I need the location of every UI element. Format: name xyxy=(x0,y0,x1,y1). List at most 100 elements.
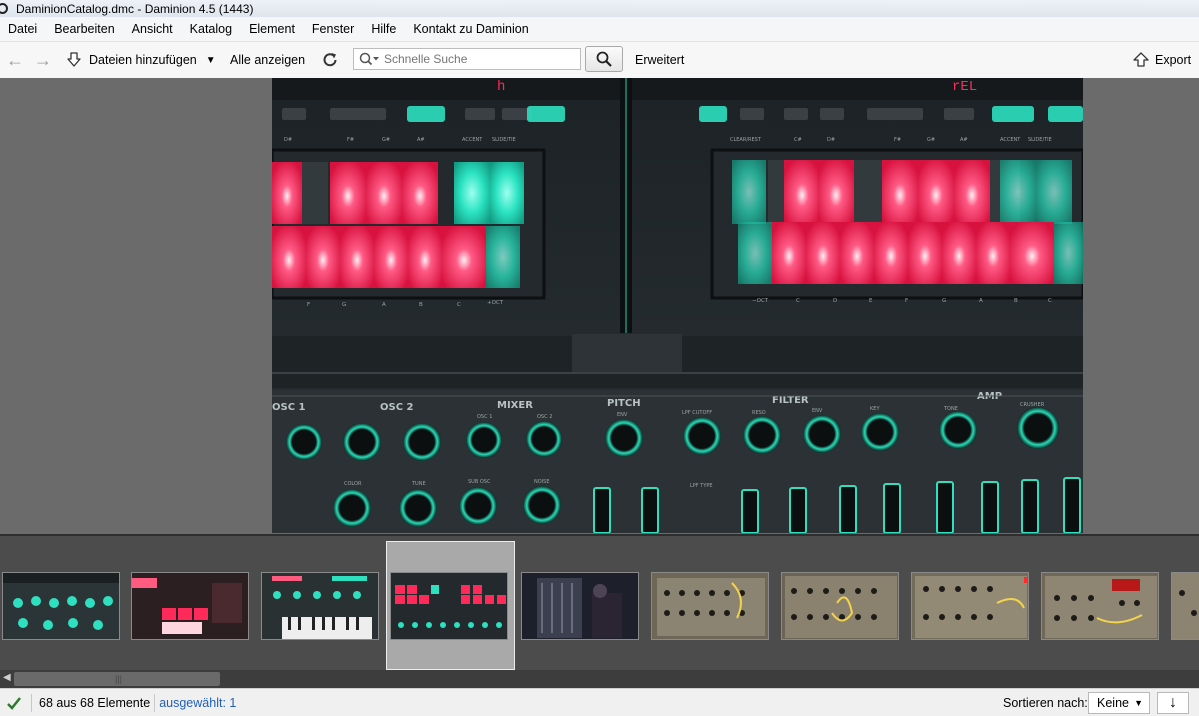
svg-text:C: C xyxy=(457,302,461,308)
svg-text:PITCH: PITCH xyxy=(607,398,641,409)
svg-text:NOISE: NOISE xyxy=(534,479,549,485)
selected-count[interactable]: ausgewählt: 1 xyxy=(159,696,236,710)
advanced-search-button[interactable]: Erweitert xyxy=(635,42,684,78)
right-top-buttons xyxy=(699,106,1083,122)
chevron-down-icon: ▼ xyxy=(1134,698,1143,708)
svg-text:G: G xyxy=(942,298,946,304)
thumbnail-3[interactable] xyxy=(261,572,379,640)
window-title: DaminionCatalog.dmc - Daminion 4.5 (1443… xyxy=(16,1,254,16)
sort-value: Keine xyxy=(1097,696,1129,710)
svg-text:RESO: RESO xyxy=(752,410,766,416)
thumbnail-7[interactable] xyxy=(781,572,899,640)
svg-text:A: A xyxy=(382,302,386,308)
svg-text:F#: F# xyxy=(894,137,901,143)
search-button[interactable] xyxy=(585,46,623,72)
svg-text:+OCT: +OCT xyxy=(487,300,504,306)
svg-text:SLIDE/TIE: SLIDE/TIE xyxy=(1028,137,1052,143)
svg-text:OSC 1: OSC 1 xyxy=(272,402,306,413)
svg-text:SLIDE/TIE: SLIDE/TIE xyxy=(492,137,516,143)
svg-text:ACCENT: ACCENT xyxy=(462,137,483,143)
scroll-left-arrow-icon[interactable]: ◀ xyxy=(3,672,11,683)
add-files-button[interactable]: Dateien hinzufügen ▼ xyxy=(65,42,216,78)
svg-text:B: B xyxy=(419,302,423,308)
menu-fenster[interactable]: Fenster xyxy=(304,22,363,36)
svg-text:C: C xyxy=(796,298,800,304)
thumbnail-4-selected[interactable] xyxy=(390,572,508,640)
thumbnail-5[interactable] xyxy=(521,572,639,640)
refresh-icon[interactable] xyxy=(320,42,340,78)
thumbnail-8[interactable] xyxy=(911,572,1029,640)
sort-direction-button[interactable]: ↓ xyxy=(1157,692,1189,714)
left-pads-upper xyxy=(272,162,524,224)
search-options-icon[interactable] xyxy=(358,51,380,67)
svg-text:TUNE: TUNE xyxy=(411,481,426,487)
svg-text:G: G xyxy=(342,302,346,308)
svg-text:G#: G# xyxy=(927,137,935,143)
filmstrip-scrollbar[interactable]: ◀ ||| xyxy=(0,670,1199,688)
left-display: h xyxy=(497,79,505,95)
svg-text:ACCENT: ACCENT xyxy=(1000,137,1021,143)
status-separator xyxy=(154,693,156,712)
menu-bearbeiten[interactable]: Bearbeiten xyxy=(46,22,123,36)
status-bar: 68 aus 68 Elemente ausgewählt: 1 Sortier… xyxy=(0,688,1199,716)
menu-ansicht[interactable]: Ansicht xyxy=(124,22,182,36)
scrollbar-grip-icon: ||| xyxy=(115,674,123,684)
svg-text:F: F xyxy=(307,302,310,308)
export-button[interactable]: Export xyxy=(1132,42,1191,78)
svg-text:D: D xyxy=(833,298,837,304)
sort-dropdown[interactable]: Keine ▼ xyxy=(1088,692,1150,714)
svg-text:−OCT: −OCT xyxy=(752,298,769,304)
right-display: rEL xyxy=(952,79,977,95)
preview-photo-synth-sequencer[interactable]: h rEL D# F# G# A# ACCENT SLIDE/TIE CLEAR… xyxy=(272,78,1083,533)
export-icon xyxy=(1133,52,1149,67)
thumbnail-10-partial[interactable] xyxy=(1171,572,1199,640)
menu-element[interactable]: Element xyxy=(241,22,304,36)
dropdown-caret-icon[interactable]: ▼ xyxy=(206,55,216,66)
svg-text:ENV: ENV xyxy=(812,408,823,414)
menu-kontakt[interactable]: Kontakt zu Daminion xyxy=(405,22,537,36)
add-files-label: Dateien hinzufügen xyxy=(89,53,197,67)
menu-bar: Datei Bearbeiten Ansicht Katalog Element… xyxy=(0,17,1199,42)
svg-text:B: B xyxy=(1014,298,1018,304)
thumbnail-1[interactable] xyxy=(2,572,120,640)
svg-text:LPF TYPE: LPF TYPE xyxy=(690,483,713,489)
menu-hilfe[interactable]: Hilfe xyxy=(363,22,405,36)
sort-label: Sortieren nach: xyxy=(1003,695,1088,710)
app-icon xyxy=(0,3,8,14)
back-arrow-icon[interactable]: ← xyxy=(6,42,24,78)
svg-text:D#: D# xyxy=(284,137,292,143)
menu-datei[interactable]: Datei xyxy=(0,22,46,36)
quick-search-box[interactable] xyxy=(353,48,581,70)
forward-arrow-icon[interactable]: → xyxy=(34,42,52,78)
thumbnail-6[interactable] xyxy=(651,572,769,640)
thumbnail-2[interactable] xyxy=(131,572,249,640)
svg-text:OSC 2: OSC 2 xyxy=(380,402,414,413)
right-pads-lower xyxy=(738,222,1083,284)
svg-text:E: E xyxy=(869,298,873,304)
export-label: Export xyxy=(1155,53,1192,67)
menu-katalog[interactable]: Katalog xyxy=(182,22,241,36)
checkmark-icon xyxy=(7,696,21,710)
svg-text:MIXER: MIXER xyxy=(497,400,533,411)
item-count: 68 aus 68 Elemente xyxy=(39,695,151,710)
show-all-button[interactable]: Alle anzeigen xyxy=(230,42,305,78)
toolbar: ← → Dateien hinzufügen ▼ Alle anzeigen E… xyxy=(0,42,1199,79)
svg-text:F: F xyxy=(905,298,908,304)
svg-text:C: C xyxy=(1048,298,1052,304)
svg-text:TONE: TONE xyxy=(943,406,958,412)
arrow-down-icon: ↓ xyxy=(1169,694,1177,711)
thumbnail-9[interactable] xyxy=(1041,572,1159,640)
preview-pane: h rEL D# F# G# A# ACCENT SLIDE/TIE CLEAR… xyxy=(0,78,1199,534)
title-bar: DaminionCatalog.dmc - Daminion 4.5 (1443… xyxy=(0,0,1199,17)
svg-text:C#: C# xyxy=(794,137,802,143)
search-input[interactable] xyxy=(382,51,566,67)
svg-text:LPF CUTOFF: LPF CUTOFF xyxy=(682,410,712,416)
grille-texture xyxy=(572,334,682,374)
svg-text:OSC 1: OSC 1 xyxy=(477,414,492,420)
filmstrip xyxy=(0,534,1199,670)
svg-text:COLOR: COLOR xyxy=(344,481,362,487)
status-separator xyxy=(31,693,32,712)
download-arrow-icon xyxy=(67,52,81,67)
svg-text:OSC 2: OSC 2 xyxy=(537,414,552,420)
svg-text:ENV: ENV xyxy=(617,412,628,418)
